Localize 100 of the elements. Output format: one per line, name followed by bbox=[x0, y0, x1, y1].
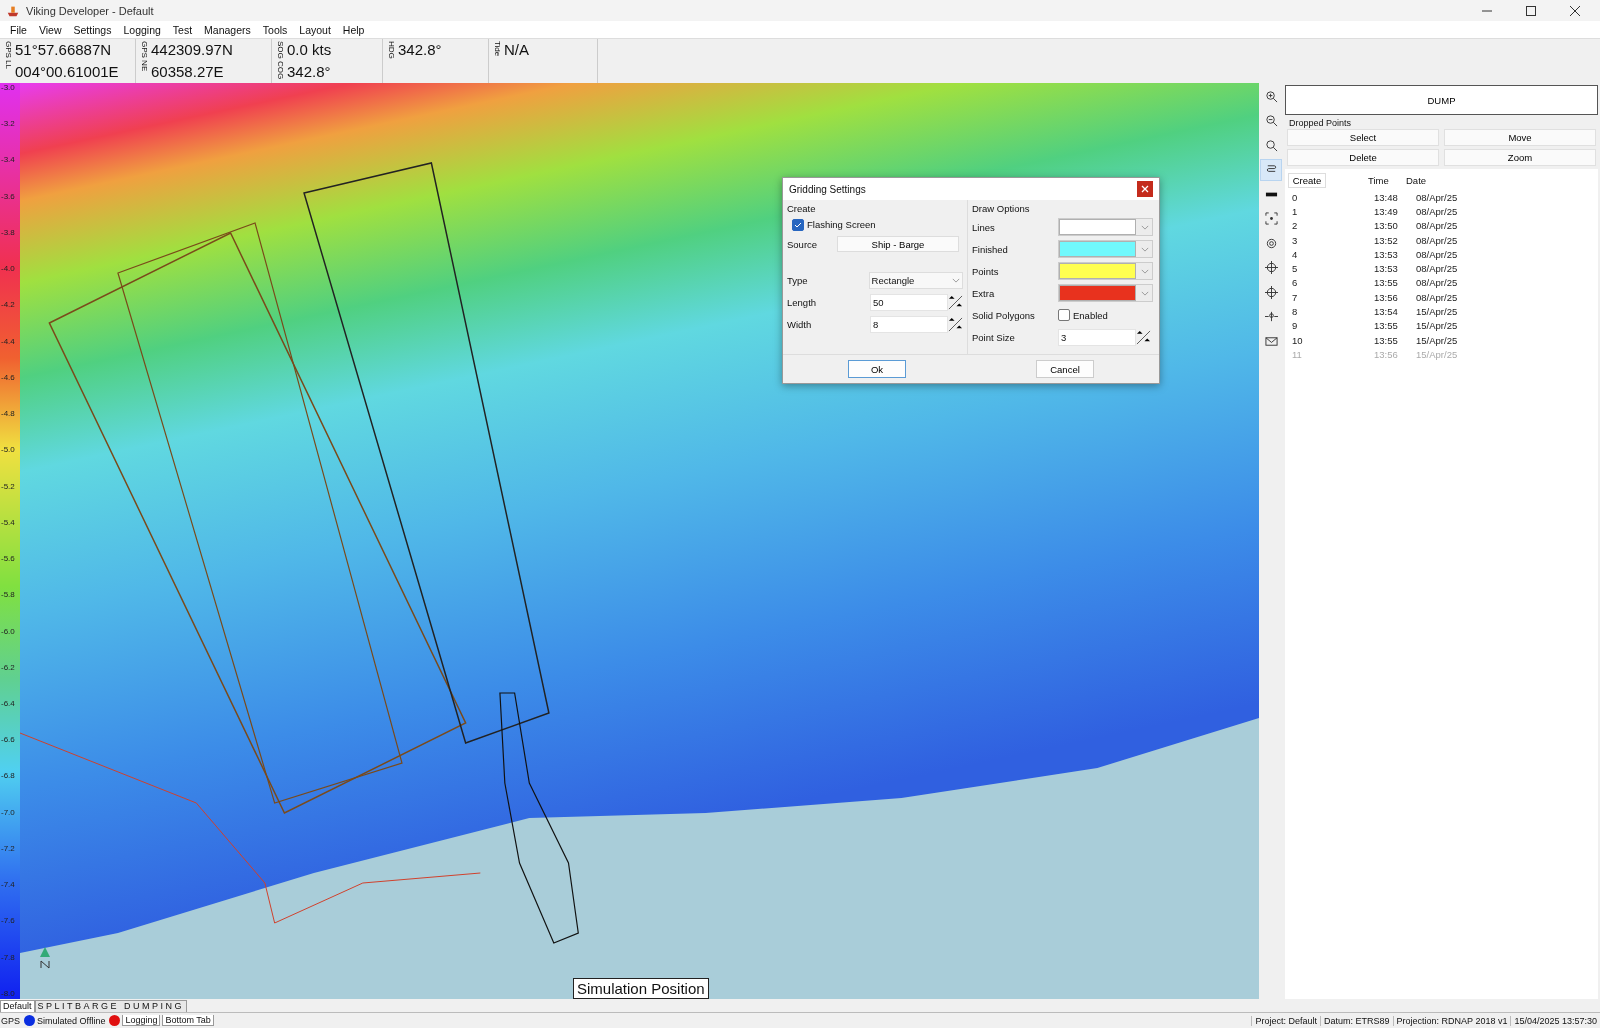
table-cell: 08/Apr/25 bbox=[1416, 263, 1458, 275]
status-label: GPS bbox=[1, 1015, 21, 1026]
table-cell: 15/Apr/25 bbox=[1416, 348, 1458, 360]
group-title: Dropped Points bbox=[1289, 118, 1352, 128]
menu-item[interactable]: Managers bbox=[198, 23, 257, 36]
table-row[interactable]: 0 13:48 08/Apr/25 bbox=[1288, 190, 1598, 205]
table-row[interactable]: 4 13:53 08/Apr/25 bbox=[1288, 247, 1598, 262]
table-row[interactable]: 5 13:53 08/Apr/25 bbox=[1288, 261, 1598, 276]
number-field[interactable]: 3 bbox=[1058, 328, 1136, 346]
number-field[interactable]: 8 bbox=[870, 315, 948, 333]
menu-item[interactable]: File bbox=[4, 23, 33, 36]
checkbox-label: Enabled bbox=[1073, 309, 1108, 321]
field-label: Solid Polygons bbox=[972, 309, 1036, 321]
point-marker-icon bbox=[1264, 310, 1278, 323]
table-row[interactable]: 1 13:49 08/Apr/25 bbox=[1288, 204, 1598, 219]
type-dropdown[interactable]: Rectangle bbox=[868, 271, 963, 289]
table-cell-text: 11 bbox=[1291, 348, 1303, 360]
menu-item[interactable]: Settings bbox=[67, 23, 118, 36]
scale-label: -7.4 bbox=[0, 880, 16, 891]
info-label: GPS NE bbox=[140, 40, 149, 72]
maximize-icon[interactable] bbox=[1526, 5, 1536, 16]
color-dropdown[interactable] bbox=[1058, 284, 1153, 302]
table-cell-text: 9 bbox=[1291, 320, 1299, 332]
status-tab[interactable]: Logging bbox=[122, 1015, 161, 1026]
window-title: Viking Developer - Default bbox=[26, 4, 154, 17]
scale-label: -4.2 bbox=[0, 300, 16, 311]
checkbox[interactable] bbox=[792, 218, 804, 231]
table-row[interactable]: 8 13:54 15/Apr/25 bbox=[1288, 304, 1598, 319]
status-text: Projection: RDNAP 2018 v1 bbox=[1392, 1015, 1511, 1026]
menu-item[interactable]: Test bbox=[166, 23, 199, 36]
view-tab[interactable]: Default bbox=[0, 1000, 35, 1012]
panel-button[interactable]: Delete bbox=[1287, 149, 1439, 166]
view-tab[interactable]: SPLITBARGE DUMPING bbox=[34, 1000, 188, 1012]
source-button[interactable]: Ship - Barge bbox=[837, 236, 959, 252]
scale-label: -4.0 bbox=[0, 264, 16, 275]
color-dropdown[interactable] bbox=[1058, 262, 1153, 280]
menu-item[interactable]: Tools bbox=[256, 23, 294, 36]
table-cell: 08/Apr/25 bbox=[1416, 248, 1458, 260]
table-row[interactable]: 9 13:55 15/Apr/25 bbox=[1288, 318, 1598, 333]
table-row[interactable]: 3 13:52 08/Apr/25 bbox=[1288, 232, 1598, 248]
menu-item[interactable]: View bbox=[32, 23, 68, 36]
table-row[interactable]: 2 13:50 08/Apr/25 bbox=[1288, 218, 1598, 233]
color-dropdown[interactable] bbox=[1058, 218, 1153, 236]
scale-label: -3.8 bbox=[0, 227, 16, 238]
field-label: Points bbox=[972, 265, 1000, 277]
scale-label: -8.0 bbox=[0, 988, 16, 999]
create-button[interactable]: Create bbox=[1288, 173, 1326, 188]
menu-item[interactable]: Layout bbox=[293, 23, 337, 36]
dialog-button[interactable]: Cancel bbox=[1036, 360, 1094, 378]
scale-label: -3.2 bbox=[0, 119, 16, 130]
number-field[interactable]: 50 bbox=[870, 293, 948, 311]
table-cell-text: 6 bbox=[1291, 277, 1299, 289]
bathymetry-map[interactable]: Simulation Position Gridding Settings Create Flashing Screen Source Ship - Barge Type Rectangle Length 50 Width 8 Draw Options Lines Finished Points Extra Solid Polygons Enabled Point Size 3 Ok Cancel bbox=[20, 83, 1259, 999]
table-row[interactable]: 10 13:55 15/Apr/25 bbox=[1288, 332, 1598, 348]
menu-item[interactable]: Help bbox=[336, 23, 371, 36]
table-cell-text: 0 bbox=[1291, 191, 1299, 203]
info-value: N/A bbox=[504, 41, 529, 59]
spin-arrows-icon[interactable] bbox=[948, 316, 963, 332]
scale-label: -3.6 bbox=[0, 191, 16, 202]
info-value: 60358.27E bbox=[151, 63, 225, 81]
column-header: Date bbox=[1406, 175, 1427, 186]
table-cell-text: 4 bbox=[1291, 248, 1299, 260]
map-label: Simulation Position bbox=[573, 978, 709, 999]
scale-label: -6.0 bbox=[0, 626, 16, 637]
status-tab[interactable]: Bottom Tab bbox=[162, 1015, 214, 1026]
scale-label: -7.2 bbox=[0, 843, 16, 854]
table-cell-text: 13:50 bbox=[1373, 220, 1399, 232]
tool-button[interactable] bbox=[1260, 158, 1282, 181]
table-cell-text: 13:54 bbox=[1373, 306, 1399, 317]
panel-button[interactable]: Move bbox=[1444, 129, 1596, 146]
column-header: Time bbox=[1368, 175, 1390, 186]
scale-label: -7.8 bbox=[0, 952, 16, 963]
table-cell: 08/Apr/25 bbox=[1416, 191, 1458, 203]
caret-icon bbox=[1141, 268, 1149, 274]
checkbox[interactable] bbox=[1058, 309, 1070, 321]
info-label: GPS LL bbox=[4, 40, 13, 69]
table-cell: 08/Apr/25 bbox=[1416, 220, 1458, 232]
field-label: Type bbox=[787, 274, 809, 286]
table-cell-text: 10 bbox=[1291, 334, 1304, 346]
table-row[interactable]: 7 13:56 08/Apr/25 bbox=[1288, 290, 1598, 305]
panel-button[interactable]: Zoom bbox=[1444, 149, 1596, 166]
dialog-button[interactable]: Ok bbox=[848, 360, 906, 378]
scale-label: -5.8 bbox=[0, 590, 16, 601]
close-icon bbox=[1141, 185, 1149, 193]
spin-arrows-icon[interactable] bbox=[948, 294, 963, 310]
color-dropdown[interactable] bbox=[1058, 240, 1153, 258]
group-title: Draw Options bbox=[972, 203, 1031, 214]
table-cell-text: 13:53 bbox=[1373, 263, 1399, 275]
table-row[interactable]: 6 13:55 08/Apr/25 bbox=[1288, 275, 1598, 291]
dump-button[interactable]: DUMP bbox=[1285, 85, 1598, 115]
panel-button[interactable]: Select bbox=[1287, 129, 1439, 146]
close-icon[interactable] bbox=[1570, 5, 1580, 16]
table-cell: 15/Apr/25 bbox=[1416, 320, 1458, 332]
scale-label: -6.8 bbox=[0, 771, 16, 782]
table-cell-text: 13:56 bbox=[1373, 291, 1399, 303]
spin-arrows-icon[interactable] bbox=[1136, 329, 1151, 345]
scale-label: -5.4 bbox=[0, 517, 16, 528]
menu-item[interactable]: Logging bbox=[117, 23, 167, 36]
table-cell: 08/Apr/25 bbox=[1416, 291, 1458, 303]
close-button[interactable] bbox=[1137, 181, 1153, 197]
